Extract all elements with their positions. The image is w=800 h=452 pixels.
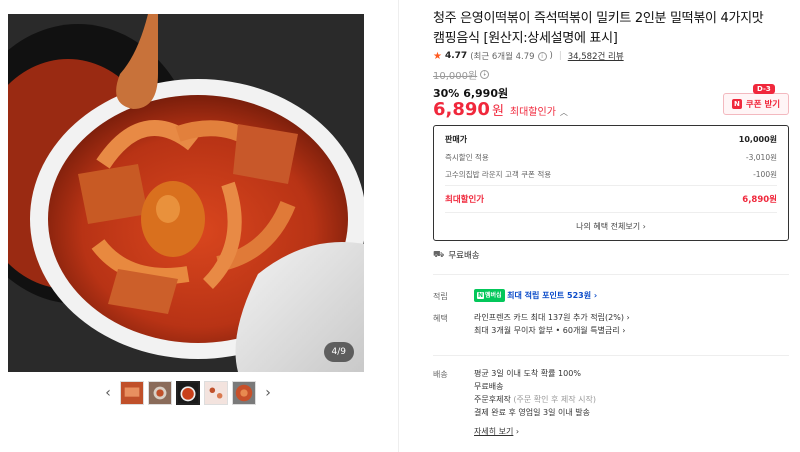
membership-badge-label: 멤버십	[485, 292, 502, 299]
delivery-line-dispatch: 결제 완료 후 영업일 3일 이내 발송	[474, 408, 591, 417]
delivery-line-free: 무료배송	[474, 382, 504, 391]
chevron-right-icon: ›	[513, 427, 520, 436]
caret-up-icon[interactable]: ︿	[560, 107, 568, 118]
benefit-installment[interactable]: 최대 3개월 무이자 할부 • 60개월 특별금리 ›	[474, 324, 630, 337]
chevron-right-icon: ›	[642, 222, 646, 231]
delivery-detail-link[interactable]: 자세히 보기 ›	[474, 425, 596, 438]
benefit-card-text: 라인프렌즈 카드 최대 137원 추가 적립(2%)	[474, 313, 624, 322]
price-row-label: 고수의집밥 라운지 고객 쿠폰 적용	[445, 170, 552, 179]
points-label: 적립	[433, 292, 448, 301]
divider	[445, 212, 777, 213]
rating-row: ★ 4.77 (최근 6개월 4.79 i) | 34,582건 리뷰	[433, 50, 624, 63]
max-points-link[interactable]: 최대 적립 포인트 523원 ›	[507, 291, 597, 300]
price-row-max-discount: 최대할인가 6,890원	[445, 193, 777, 205]
price-row-sale: 판매가 10,000원	[445, 134, 777, 145]
shipping-label: 무료배송	[448, 251, 480, 261]
price-row-value: 10,000원	[738, 135, 777, 144]
price-row-coupon: 고수의집밥 라운지 고객 쿠폰 적용 -100원	[445, 169, 777, 180]
delivery-line-made-to-order: 주문후제작 (주문 확인 후 제작 시작)	[474, 393, 596, 406]
final-price-label: 최대할인가	[509, 107, 556, 118]
delivery-label: 배송	[433, 370, 448, 379]
tteokbokki-photo	[8, 14, 364, 372]
price-row-label: 판매가	[445, 135, 468, 144]
points-value: N 멤버십 최대 적립 포인트 523원 ›	[474, 289, 597, 302]
coupon-button[interactable]: N 쿠폰 받기	[723, 93, 789, 115]
delivery-value: 평균 3일 이내 도착 확률 100% 무료배송 주문후제작 (주문 확인 후 …	[474, 367, 596, 438]
separator: |	[558, 51, 562, 61]
all-benefits-label: 나의 혜택 전체보기	[576, 222, 641, 231]
max-discount-value: 6,890원	[742, 195, 777, 205]
rating-recent-close: )	[549, 51, 553, 61]
rating-value: 4.77	[444, 51, 468, 61]
shipping-row: ⛟ 무료배송	[433, 249, 480, 262]
final-price-row[interactable]: 6,890 원 최대할인가 ︿	[433, 99, 568, 120]
chevron-left-icon[interactable]: ‹	[100, 381, 116, 405]
all-benefits-link[interactable]: 나의 혜택 전체보기 ›	[434, 221, 788, 232]
product-title: 청주 은영이떡볶이 즉석떡볶이 밀키트 2인분 밀떡볶이 4가지맛 캠핑음식 […	[433, 11, 764, 46]
made-to-order-note: (주문 확인 후 제작 시작)	[513, 395, 597, 404]
truck-icon: ⛟	[433, 249, 445, 260]
price-row-value: -100원	[753, 170, 777, 179]
column-divider	[398, 0, 399, 452]
thumbnail-1[interactable]	[120, 381, 144, 405]
price-row-label: 즉시할인 적용	[445, 153, 489, 162]
info-icon[interactable]: i	[480, 70, 490, 79]
star-icon: ★	[433, 50, 442, 62]
price-row-instant-discount: 즉시할인 적용 -3,010원	[445, 152, 777, 163]
divider	[445, 185, 777, 186]
original-price-value: 10,000원	[433, 71, 478, 82]
coupon-n-icon: N	[731, 99, 742, 109]
final-price-unit: 원	[491, 104, 504, 119]
original-price: 10,000원 i	[433, 67, 490, 82]
image-counter: 4/9	[323, 342, 354, 362]
chevron-right-icon[interactable]: ›	[260, 381, 276, 405]
thumbnail-3[interactable]	[176, 381, 200, 405]
final-price: 6,890	[433, 99, 490, 120]
thumbnail-5[interactable]	[232, 381, 256, 405]
price-breakdown-box: 판매가 10,000원 즉시할인 적용 -3,010원 고수의집밥 라운지 고객…	[433, 125, 789, 241]
dday-badge: D-3	[753, 84, 775, 94]
benefits-value: 라인프렌즈 카드 최대 137원 추가 적립(2%) › 최대 3개월 무이자 …	[474, 311, 630, 337]
max-discount-label: 최대할인가	[445, 195, 485, 205]
review-count-link[interactable]: 34,582건 리뷰	[568, 50, 624, 62]
product-main-image[interactable]: 4/9	[8, 14, 364, 372]
detail-link-text: 자세히 보기	[474, 427, 514, 436]
rating-recent: (최근 6개월 4.79	[470, 52, 535, 62]
divider	[433, 355, 789, 356]
thumbnail-4[interactable]	[204, 381, 228, 405]
benefit-card[interactable]: 라인프렌즈 카드 최대 137원 추가 적립(2%) ›	[474, 311, 630, 324]
benefit-installment-text: 최대 3개월 무이자 할부 • 60개월 특별금리	[474, 326, 620, 335]
naver-membership-badge: N 멤버십	[474, 289, 505, 302]
info-icon[interactable]: i	[537, 51, 547, 61]
benefits-label: 혜택	[433, 314, 448, 323]
divider	[433, 274, 789, 275]
max-points-text: 최대 적립 포인트 523원	[507, 291, 592, 300]
thumbnail-2[interactable]	[148, 381, 172, 405]
thumbnail-strip: ‹ ›	[100, 381, 276, 405]
delivery-line-arrival: 평균 3일 이내 도착 확률 100%	[474, 369, 581, 378]
made-to-order-text: 주문후제작	[474, 395, 511, 404]
coupon-label: 쿠폰 받기	[745, 100, 781, 110]
price-row-value: -3,010원	[745, 153, 777, 162]
